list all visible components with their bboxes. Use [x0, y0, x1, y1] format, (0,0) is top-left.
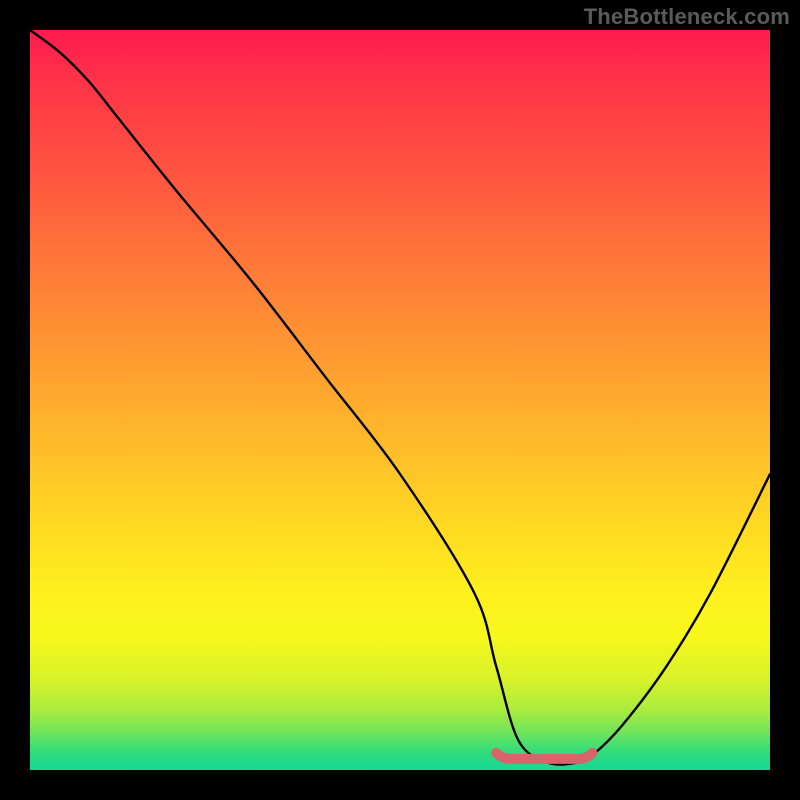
plot-area — [30, 30, 770, 770]
curve-svg — [30, 30, 770, 770]
chart-frame: TheBottleneck.com — [0, 0, 800, 800]
flat-highlight — [496, 753, 592, 759]
main-curve — [30, 30, 770, 765]
attribution-text: TheBottleneck.com — [584, 4, 790, 30]
